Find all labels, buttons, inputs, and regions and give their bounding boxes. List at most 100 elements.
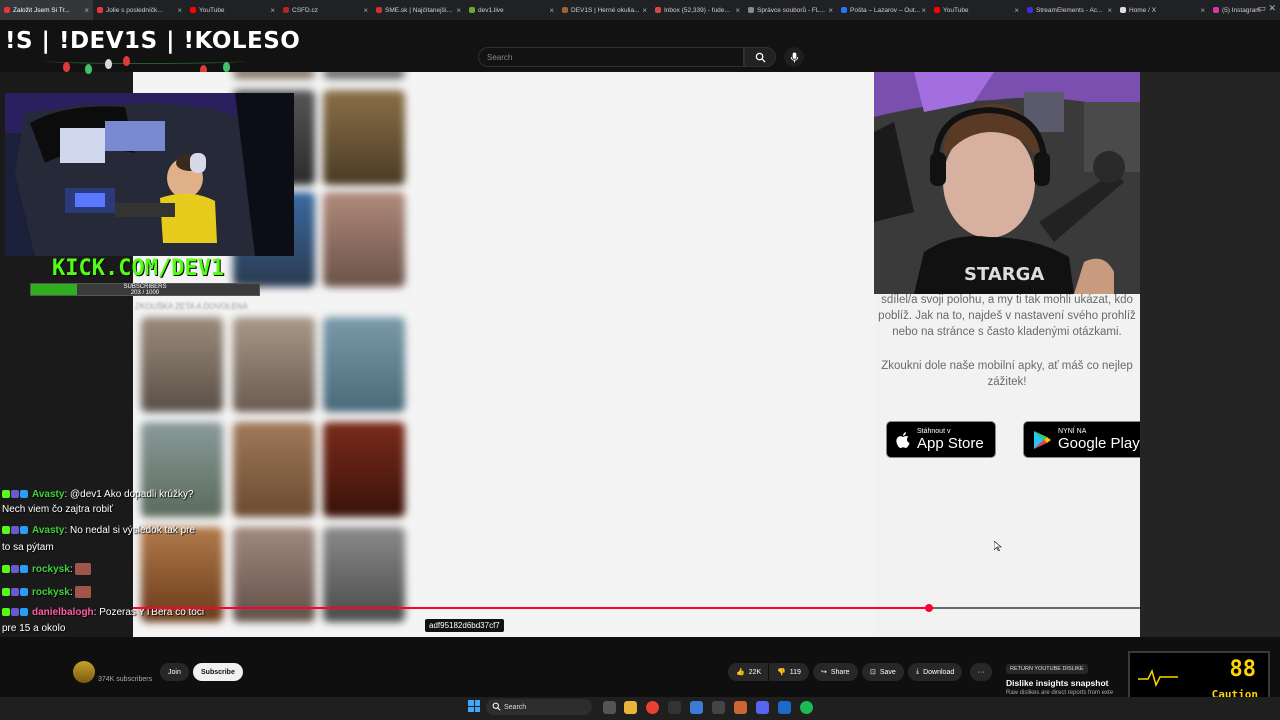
gallery-thumb[interactable] [233, 317, 315, 412]
chat-username[interactable]: Avasty [32, 489, 64, 500]
app-icon[interactable] [668, 701, 681, 714]
gallery-thumb[interactable] [323, 72, 405, 79]
join-button[interactable]: Join [160, 663, 189, 681]
caution-value: 88 [1229, 657, 1257, 682]
more-actions-button[interactable]: ··· [970, 663, 992, 681]
video-scrubber-handle[interactable] [924, 604, 933, 612]
apps-text-line: zážitek! [987, 376, 1027, 388]
close-icon[interactable]: × [549, 6, 554, 15]
chat-message: Avasty: No nedal si výsledok tak pre [2, 524, 195, 537]
file-explorer-icon[interactable] [624, 701, 637, 714]
chat-badge-icon [2, 588, 10, 597]
task-view-icon[interactable] [603, 701, 616, 714]
video-progress-bar[interactable] [133, 604, 1140, 612]
google-play-button[interactable]: NYNÍ NA Google Play [1023, 421, 1140, 458]
close-icon[interactable]: × [921, 6, 926, 15]
windows-start-icon[interactable] [468, 700, 480, 712]
gallery-thumb[interactable] [323, 90, 405, 185]
location-text-line: poblíž. Jak na to, najdeš v nastavení sv… [878, 310, 1136, 322]
chat-username[interactable]: danielbalogh [32, 607, 94, 618]
chat-message: Nech viem čo zajtra robiť [2, 503, 113, 516]
browser-tab[interactable]: Inbox (52,339) - fude... × [651, 0, 744, 20]
chat-username[interactable]: rockysk [32, 587, 70, 598]
channel-subs: 374K subscribers [98, 676, 153, 683]
gallery-thumb[interactable] [141, 422, 223, 517]
tab-label: Správce souborů - FL... [757, 6, 825, 14]
browser-tab[interactable]: Jolie s posledníčk... × [93, 0, 186, 20]
chat-badge-icon [20, 588, 28, 597]
subscriber-goal-label: SUBSCRIBERS 203 / 1000 [31, 284, 259, 296]
app-store-button[interactable]: Stáhnout v App Store [886, 421, 996, 458]
close-icon[interactable]: × [363, 6, 368, 15]
subscribers-count: 203 / 1000 [130, 290, 160, 296]
chat-message: Avasty: @dev1 Ako dopadli krúžky? [2, 488, 194, 501]
chat-username[interactable]: Avasty [32, 525, 64, 536]
gallery-thumb[interactable] [323, 422, 405, 517]
chat-username[interactable]: rockysk [32, 564, 70, 575]
chat-badge-icon [20, 565, 28, 574]
gallery-thumb[interactable] [141, 317, 223, 412]
gallery-thumb[interactable] [233, 72, 315, 79]
discord-icon[interactable] [756, 701, 769, 714]
window-controls[interactable]: ▭ ✕ [1257, 3, 1276, 14]
heartbeat-icon [1138, 668, 1178, 687]
tab-label: Inbox (52,339) - fude... [664, 6, 730, 14]
obs-icon[interactable] [712, 701, 725, 714]
youtube-search-input[interactable]: Search [478, 47, 744, 67]
chat-badge-icon [2, 526, 10, 535]
browser-tab[interactable]: YouTube × [930, 0, 1023, 20]
app-icon[interactable] [778, 701, 791, 714]
gallery-thumb[interactable] [233, 422, 315, 517]
browser-tab[interactable]: Home / X × [1116, 0, 1209, 20]
rtyd-subtitle: Raw dislikes are direct reports from ext… [1006, 690, 1114, 696]
channel-avatar[interactable] [73, 661, 95, 683]
browser-tab[interactable]: Pošta – Lazarov – Out... × [837, 0, 930, 20]
close-icon[interactable]: × [735, 6, 740, 15]
tab-label: Home / X [1129, 6, 1157, 14]
app-icon[interactable] [734, 701, 747, 714]
app-store-label: App Store [917, 434, 984, 452]
chat-text: Nech viem čo zajtra robiť [2, 504, 114, 515]
browser-tab[interactable]: DEV1S | Herné okulia... × [558, 0, 651, 20]
return-youtube-dislike-card: RETURN YOUTUBE DISLIKE Dislike insights … [1006, 657, 1126, 696]
kick-url: KICK.COM/DEV1 [52, 256, 225, 281]
gallery-thumb[interactable] [323, 317, 405, 412]
save-button[interactable]: ⊡ Save [862, 663, 904, 681]
taskbar-search[interactable]: Search [486, 699, 592, 715]
search-button[interactable] [744, 47, 776, 67]
share-button[interactable]: ↪ Share [813, 663, 858, 681]
like-button[interactable]: 👍 22K [728, 663, 768, 681]
close-icon[interactable]: × [828, 6, 833, 15]
rtyd-title: Dislike insights snapshot [1006, 678, 1109, 688]
close-icon[interactable]: × [1200, 6, 1205, 15]
voice-search-button[interactable] [784, 47, 804, 67]
browser-tab[interactable]: YouTube × [186, 0, 279, 20]
close-icon[interactable]: × [642, 6, 647, 15]
spotify-icon[interactable] [800, 701, 813, 714]
close-icon[interactable]: × [270, 6, 275, 15]
browser-tab[interactable]: Správce souborů - FL... × [744, 0, 837, 20]
close-icon[interactable]: × [84, 6, 89, 15]
location-text-line: nebo na stránce s často kladenými otázka… [892, 326, 1122, 338]
download-button[interactable]: ⤓ Download [908, 663, 963, 681]
dislike-button[interactable]: 👎 119 [769, 663, 809, 681]
close-icon[interactable]: × [177, 6, 182, 15]
bulb-icon [223, 62, 230, 72]
location-text-line: sdílel/a svoji polohu, a my ti tak mohli… [881, 294, 1133, 306]
close-icon[interactable]: × [1014, 6, 1019, 15]
browser-tab[interactable]: StreamElements - Ac... × [1023, 0, 1116, 20]
svg-text:STARGA: STARGA [964, 264, 1044, 285]
apps-text: Zkoukni dole naše mobilní apky, ať máš c… [874, 358, 1140, 390]
gallery-thumb[interactable] [323, 192, 405, 287]
close-icon[interactable]: × [456, 6, 461, 15]
browser-tab[interactable]: dev1.live × [465, 0, 558, 20]
browser-tab[interactable]: SME.sk | Najčítanejší... × [372, 0, 465, 20]
subscribe-button[interactable]: Subscribe [193, 663, 243, 681]
hash-tooltip: adf95182d6bd37cf7 [425, 619, 504, 632]
chrome-icon[interactable] [646, 701, 659, 714]
app-icon[interactable] [690, 701, 703, 714]
close-icon[interactable]: × [1107, 6, 1112, 15]
browser-tab[interactable]: Založit Jsem Si Tr... × [0, 0, 93, 20]
browser-tab[interactable]: CSFD.cz × [279, 0, 372, 20]
tab-favicon-icon [1213, 7, 1219, 13]
